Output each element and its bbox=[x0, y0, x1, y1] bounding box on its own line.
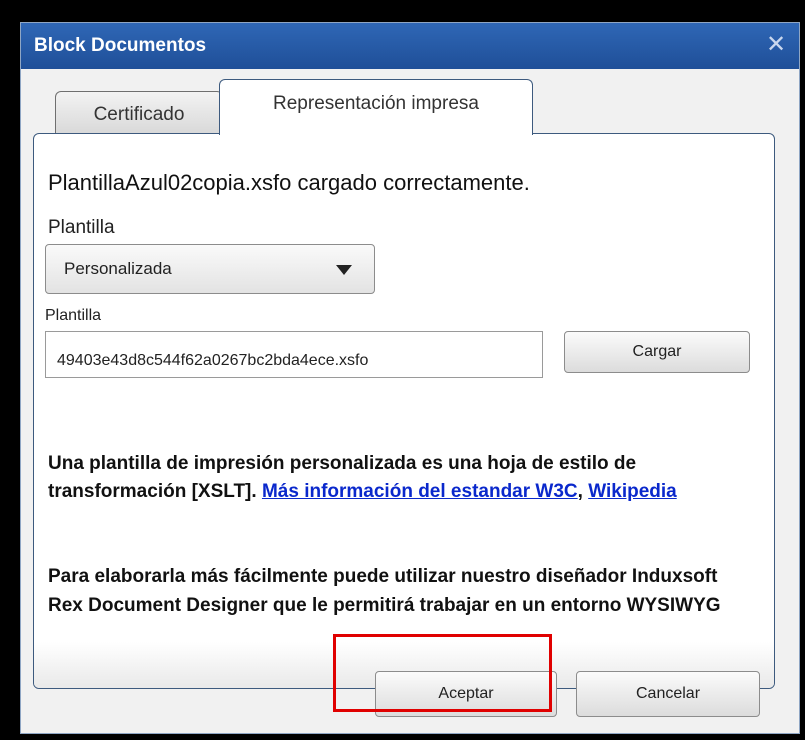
template-select-value: Personalizada bbox=[64, 259, 172, 278]
dialog-title: Block Documentos bbox=[34, 35, 207, 56]
wikipedia-link[interactable]: Wikipedia bbox=[588, 481, 677, 502]
tab-representacion-impresa[interactable]: Representación impresa bbox=[219, 79, 533, 135]
dialog-titlebar[interactable]: Block Documentos ✕ bbox=[21, 23, 799, 69]
template-select[interactable]: Personalizada bbox=[45, 244, 375, 294]
description-text: Una plantilla de impresión personalizada… bbox=[48, 450, 753, 506]
tab-panel: PlantillaAzul02copia.xsfo cargado correc… bbox=[33, 133, 775, 689]
w3c-link[interactable]: Más información del estandar W3C bbox=[262, 481, 578, 502]
description-paragraph-2: Para elaborarla más fácilmente puede uti… bbox=[48, 566, 721, 616]
template-file-label: Plantilla bbox=[45, 307, 102, 324]
template-file-input[interactable] bbox=[45, 331, 543, 378]
template-select-label: Plantilla bbox=[48, 217, 115, 238]
block-documentos-dialog: Block Documentos ✕ Certificado Represent… bbox=[20, 22, 800, 734]
aceptar-button[interactable]: Aceptar bbox=[375, 671, 557, 717]
screenshot-frame: Block Documentos ✕ Certificado Represent… bbox=[0, 0, 805, 740]
chevron-down-icon bbox=[336, 265, 352, 275]
status-message: PlantillaAzul02copia.xsfo cargado correc… bbox=[48, 170, 530, 195]
close-icon[interactable]: ✕ bbox=[763, 32, 789, 58]
tab-certificado[interactable]: Certificado bbox=[55, 91, 223, 133]
link-separator: , bbox=[577, 481, 583, 502]
cargar-button[interactable]: Cargar bbox=[564, 331, 750, 373]
cancelar-button[interactable]: Cancelar bbox=[576, 671, 760, 717]
